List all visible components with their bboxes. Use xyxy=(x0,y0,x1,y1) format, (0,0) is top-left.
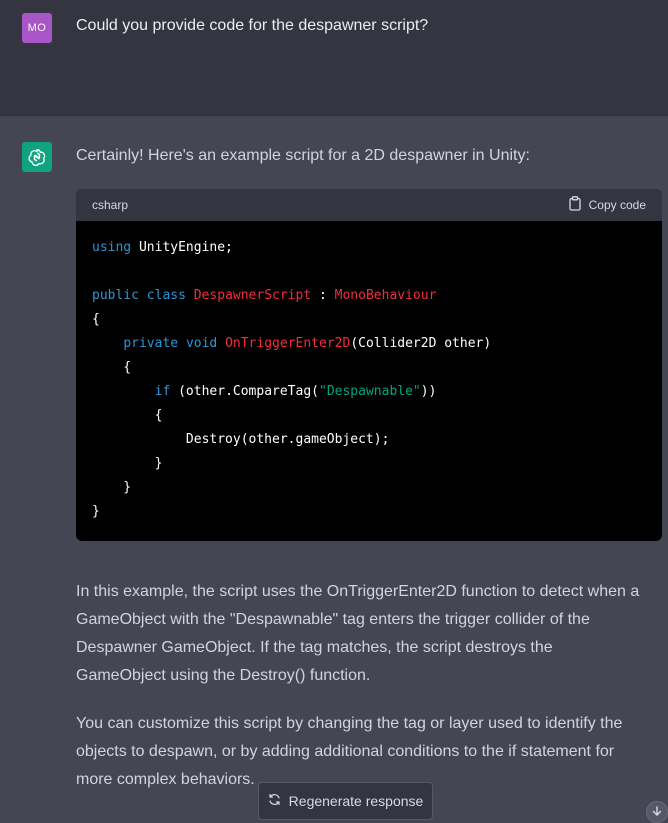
user-message-text: Could you provide code for the despawner… xyxy=(76,17,429,34)
openai-logo-icon xyxy=(22,142,52,172)
code-line: private void OnTriggerEnter2D(Collider2D… xyxy=(123,336,492,351)
code-line: } xyxy=(92,504,100,519)
copy-code-label: Copy code xyxy=(588,198,646,212)
assistant-message-row: Certainly! Here's an example script for … xyxy=(0,116,668,823)
assistant-intro-text: Certainly! Here's an example script for … xyxy=(76,147,530,164)
explanation-paragraph: In this example, the script uses the OnT… xyxy=(76,583,640,684)
copy-code-button[interactable]: Copy code xyxy=(568,196,646,214)
arrow-down-icon xyxy=(652,803,662,821)
clipboard-icon xyxy=(568,196,582,214)
scroll-to-bottom-button[interactable] xyxy=(646,801,668,823)
code-block-header: csharp Copy code xyxy=(76,189,662,221)
code-line: using UnityEngine; xyxy=(92,240,233,255)
code-line: } xyxy=(92,456,163,471)
code-line: { xyxy=(92,360,132,375)
code-line: { xyxy=(92,312,100,327)
user-avatar: MO xyxy=(22,13,52,43)
code-line: Destroy(other.gameObject); xyxy=(92,432,390,447)
code-language-label: csharp xyxy=(92,198,129,212)
refresh-icon xyxy=(268,793,281,809)
code-content: using UnityEngine; public class Despawne… xyxy=(76,221,662,524)
code-line: public class DespawnerScript : MonoBehav… xyxy=(92,288,437,303)
code-line: { xyxy=(92,408,163,423)
regenerate-response-button[interactable]: Regenerate response xyxy=(258,782,433,820)
code-line: if (other.CompareTag("Despawnable")) xyxy=(154,384,437,399)
code-block: csharp Copy code using UnityEngine; publ… xyxy=(76,189,662,541)
regenerate-response-label: Regenerate response xyxy=(288,793,424,809)
code-line: } xyxy=(92,480,132,495)
user-message-row: MO Could you provide code for the despaw… xyxy=(0,0,668,116)
